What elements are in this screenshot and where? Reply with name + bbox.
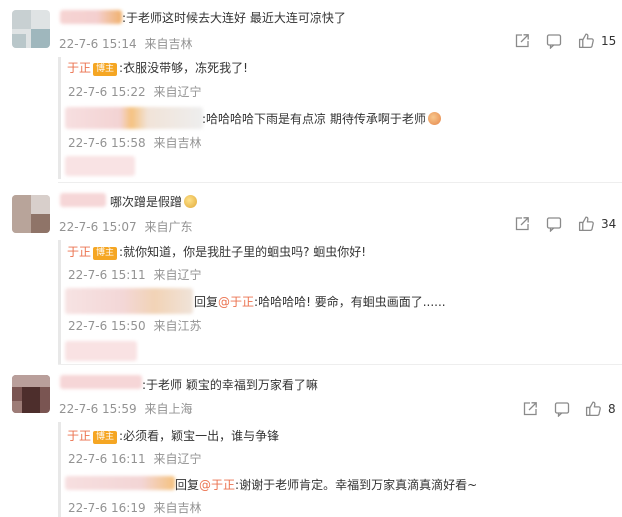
reply-list: 于正 博主:衣服没带够，冻死我了! 22-7-6 15:22 来自辽宁 :哈哈哈哈… — [58, 57, 601, 179]
comment-meta: 22-7-6 15:59 来自上海 — [59, 400, 192, 417]
share-icon — [515, 217, 529, 231]
thumbs-up-icon — [585, 401, 601, 417]
author-name[interactable]: 于正 — [67, 61, 91, 75]
reply-username[interactable] — [65, 107, 203, 129]
reply-meta: 22-7-6 15:50 来自江苏 — [68, 317, 201, 334]
like-count: 34 — [601, 216, 617, 231]
reply-location: 来自吉林 — [153, 501, 202, 515]
reply-prefix: 回复 — [194, 295, 219, 309]
reply-location: 来自吉林 — [153, 136, 202, 150]
emoji-icon — [184, 195, 198, 208]
reply-username[interactable] — [65, 288, 193, 314]
reply-time: 22-7-6 15:50 — [68, 319, 146, 333]
reply-meta: 22-7-6 15:22 来自辽宁 — [68, 83, 201, 100]
comment-button[interactable] — [546, 33, 562, 49]
comment-icon — [554, 402, 570, 417]
reply-location: 来自辽宁 — [153, 452, 202, 466]
username[interactable] — [60, 193, 106, 207]
share-button[interactable] — [522, 401, 538, 417]
comment-icon — [546, 34, 562, 49]
avatar[interactable] — [12, 10, 50, 48]
reply-list: 于正 博主:必须看，颖宝一出，谁与争锋 22-7-6 16:11 来自辽宁 回复@… — [58, 422, 601, 517]
avatar[interactable] — [12, 195, 50, 233]
share-icon — [515, 34, 529, 48]
reply-location: 来自江苏 — [153, 319, 202, 333]
like-button[interactable]: 8 — [585, 400, 616, 417]
reply-time: 22-7-6 15:11 — [68, 268, 146, 282]
comment-button[interactable] — [546, 216, 562, 232]
reply-time: 22-7-6 15:58 — [68, 136, 146, 150]
reply-meta: 22-7-6 15:58 来自吉林 — [68, 134, 201, 151]
reply-item: 于正 博主:衣服没带够，冻死我了! — [67, 59, 248, 76]
thumbs-up-icon — [578, 216, 594, 232]
divider — [58, 182, 622, 183]
reply-username[interactable] — [65, 476, 175, 490]
share-icon — [523, 402, 537, 416]
reply-meta: 22-7-6 16:11 来自辽宁 — [68, 450, 201, 467]
username[interactable] — [60, 375, 142, 389]
comment-time: 22-7-6 15:07 — [59, 220, 137, 234]
reply-item: :哈哈哈哈下雨是有点凉 期待传承啊于老师 — [202, 110, 441, 127]
comment-item: 哪次蹭是假蹭 22-7-6 15:07 来自广东 34 于正 博主:就你知道，你是… — [0, 184, 622, 364]
comment-item: :于老师 颖宝的幸福到万家看了嘛 22-7-6 15:59 来自上海 8 于正博… — [0, 366, 622, 517]
emoji-icon — [427, 112, 441, 125]
comment-meta: 22-7-6 15:07 来自广东 — [59, 218, 192, 235]
author-badge: 博主 — [93, 247, 118, 260]
reply-text: :哈哈哈哈! 要命，有蛔虫画面了...... — [254, 295, 446, 309]
reply-time: 22-7-6 15:22 — [68, 85, 146, 99]
comment-item: :于老师这时候去大连好 最近大连可凉快了 22-7-6 15:14 来自吉林 1… — [0, 0, 622, 180]
reply-text: :哈哈哈哈下雨是有点凉 期待传承啊于老师 — [202, 112, 426, 126]
reply-location: 来自辽宁 — [153, 85, 202, 99]
reply-list: 于正 博主:就你知道，你是我肚子里的蛔虫吗? 蛔虫你好! 22-7-6 15:11… — [58, 240, 601, 364]
share-button[interactable] — [514, 216, 530, 232]
reply-time: 22-7-6 16:19 — [68, 501, 146, 515]
comment-text: :于老师 颖宝的幸福到万家看了嘛 — [142, 378, 318, 392]
comment-button[interactable] — [554, 401, 570, 417]
like-button[interactable]: 15 — [578, 32, 616, 49]
reply-location: 来自辽宁 — [153, 268, 202, 282]
comment-icon — [546, 217, 562, 232]
reply-item: 于正 博主:就你知道，你是我肚子里的蛔虫吗? 蛔虫你好! — [67, 243, 366, 260]
divider — [58, 364, 622, 365]
mention-link[interactable]: @于正 — [199, 478, 235, 492]
reply-item: 于正 博主:必须看，颖宝一出，谁与争锋 — [67, 427, 279, 444]
comment-time: 22-7-6 15:59 — [59, 402, 137, 416]
like-count: 8 — [608, 401, 616, 416]
reply-text: :必须看，颖宝一出，谁与争锋 — [119, 429, 280, 443]
comment-location: 来自上海 — [144, 402, 193, 416]
reply-text: :谢谢于老师肯定。幸福到万家真滴真滴好看~ — [235, 478, 478, 492]
reply-time: 22-7-6 16:11 — [68, 452, 146, 466]
reply-text: :就你知道，你是我肚子里的蛔虫吗? 蛔虫你好! — [119, 245, 367, 259]
reply-item: 回复@于正:哈哈哈哈! 要命，有蛔虫画面了...... — [194, 293, 446, 310]
comment-location: 来自吉林 — [144, 37, 193, 51]
reply-prefix: 回复 — [175, 478, 200, 492]
blurred-content — [65, 156, 135, 176]
avatar[interactable] — [12, 375, 50, 413]
share-button[interactable] — [514, 33, 530, 49]
reply-text: :衣服没带够，冻死我了! — [119, 61, 248, 75]
author-name[interactable]: 于正 — [67, 245, 91, 259]
blurred-content — [65, 341, 137, 361]
username[interactable] — [60, 10, 122, 24]
comment-text: 哪次蹭是假蹭 — [110, 193, 198, 210]
author-badge: 博主 — [93, 431, 118, 444]
reply-meta: 22-7-6 16:19 来自吉林 — [68, 499, 201, 516]
comment-location: 来自广东 — [144, 220, 193, 234]
author-name[interactable]: 于正 — [67, 429, 91, 443]
reply-meta: 22-7-6 15:11 来自辽宁 — [68, 266, 201, 283]
comment-time: 22-7-6 15:14 — [59, 37, 137, 51]
author-badge: 博主 — [93, 63, 118, 76]
mention-link[interactable]: @于正 — [218, 295, 254, 309]
thumbs-up-icon — [578, 33, 594, 49]
comment-meta: 22-7-6 15:14 来自吉林 — [59, 35, 192, 52]
like-count: 15 — [601, 33, 617, 48]
reply-item: 回复@于正:谢谢于老师肯定。幸福到万家真滴真滴好看~ — [175, 476, 477, 493]
like-button[interactable]: 34 — [578, 215, 616, 232]
comment-text: :于老师这时候去大连好 最近大连可凉快了 — [122, 11, 346, 25]
